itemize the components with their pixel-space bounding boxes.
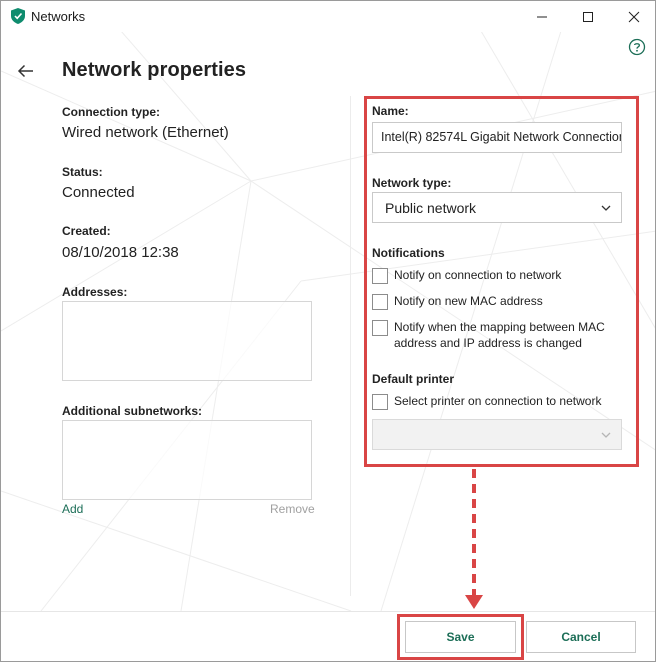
notify-connection-text: Notify on connection to network — [394, 268, 562, 282]
additional-subnetworks-list[interactable] — [62, 420, 312, 500]
page-title: Network properties — [62, 59, 247, 81]
chevron-down-icon — [601, 432, 611, 438]
name-input[interactable]: Intel(R) 82574L Gigabit Network Connecti… — [372, 122, 622, 153]
connection-type-label: Connection type: — [62, 105, 160, 119]
kaspersky-shield-icon — [11, 8, 25, 24]
printer-select[interactable] — [372, 419, 622, 450]
network-type-value: Public network — [385, 200, 477, 216]
close-button[interactable] — [611, 1, 655, 32]
default-printer-label: Default printer — [372, 372, 455, 386]
select-printer-text: Select printer on connection to network — [394, 394, 602, 408]
minimize-icon — [537, 16, 547, 17]
notify-connection-option[interactable]: Notify on connection to network — [372, 267, 619, 284]
notify-mapping-text: Notify when the mapping between MAC addr… — [394, 320, 605, 350]
notifications-label: Notifications — [372, 246, 445, 260]
back-arrow-icon[interactable] — [16, 61, 36, 81]
add-link[interactable]: Add — [62, 502, 83, 516]
connection-type-value: Wired network (Ethernet) — [62, 124, 229, 141]
help-icon[interactable] — [628, 38, 646, 56]
select-printer-option[interactable]: Select printer on connection to network — [372, 393, 619, 410]
network-type-label: Network type: — [372, 176, 452, 190]
column-divider — [350, 96, 351, 596]
addresses-label: Addresses: — [62, 285, 128, 299]
notify-mac-checkbox[interactable] — [372, 294, 388, 310]
maximize-icon — [583, 11, 593, 22]
chevron-down-icon — [601, 205, 611, 211]
minimize-button[interactable] — [519, 1, 565, 32]
notify-connection-checkbox[interactable] — [372, 268, 388, 284]
notify-mapping-checkbox[interactable] — [372, 320, 388, 336]
notify-mapping-option[interactable]: Notify when the mapping between MAC addr… — [372, 319, 619, 351]
annotation-arrow — [465, 469, 483, 609]
name-label: Name: — [372, 104, 409, 118]
select-printer-checkbox[interactable] — [372, 394, 388, 410]
network-type-select[interactable]: Public network — [372, 192, 622, 223]
status-value: Connected — [62, 184, 135, 201]
status-label: Status: — [62, 165, 103, 179]
created-value: 08/10/2018 12:38 — [62, 244, 179, 261]
save-button[interactable]: Save — [405, 621, 516, 653]
additional-subnetworks-label: Additional subnetworks: — [62, 404, 203, 418]
created-label: Created: — [62, 224, 111, 238]
networks-window: Networks Network properties Connection t… — [0, 0, 656, 662]
close-icon — [628, 11, 640, 22]
window-title: Networks — [31, 9, 86, 24]
notify-mac-option[interactable]: Notify on new MAC address — [372, 293, 619, 310]
addresses-list[interactable] — [62, 301, 312, 381]
cancel-button[interactable]: Cancel — [526, 621, 636, 653]
maximize-button[interactable] — [565, 1, 611, 32]
title-bar: Networks — [1, 1, 655, 32]
remove-link[interactable]: Remove — [270, 502, 315, 516]
notify-mac-text: Notify on new MAC address — [394, 294, 543, 308]
